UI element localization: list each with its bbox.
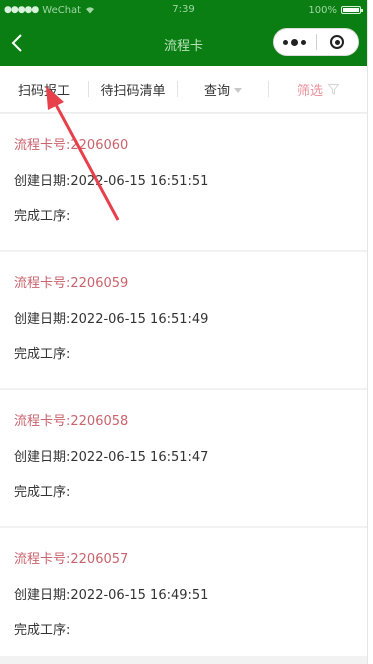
tab-pending-scan-list[interactable]: 待扫码清单 [89, 66, 177, 112]
list-item[interactable]: 流程卡号:2206059 创建日期:2022-06-15 16:51:49 完成… [0, 252, 367, 388]
circle-dot-icon [330, 35, 345, 49]
mini-program-capsule [273, 28, 359, 56]
filter-bar: 扫码报工 待扫码清单 查询 筛选 [0, 66, 367, 113]
more-dots-icon [283, 39, 289, 45]
phone-frame: ●●●●● WeChat 7:39 100% 流程卡 扫码报工 待扫码清单 查询… [0, 0, 368, 664]
filter-button[interactable]: 筛选 [269, 66, 367, 112]
tab-pending-scan-list-label: 待扫码清单 [100, 83, 166, 99]
list-item[interactable]: 流程卡号:2206057 创建日期:2022-06-15 16:49:51 完成… [0, 528, 367, 656]
card-created-date: 创建日期:2022-06-15 16:51:51 [14, 174, 209, 189]
card-created-date: 创建日期:2022-06-15 16:49:51 [14, 588, 209, 603]
card-id: 流程卡号:2206057 [14, 552, 129, 567]
nav-bar: 流程卡 [0, 20, 367, 66]
more-button[interactable] [274, 29, 316, 55]
more-dots-icon [301, 39, 307, 45]
card-created-date: 创建日期:2022-06-15 16:51:47 [14, 450, 209, 465]
funnel-icon [328, 83, 339, 95]
more-dots-icon [291, 38, 299, 46]
tab-scan-report[interactable]: 扫码报工 [0, 66, 88, 112]
list-item[interactable]: 流程卡号:2206058 创建日期:2022-06-15 16:51:47 完成… [0, 390, 367, 526]
card-id: 流程卡号:2206058 [14, 414, 129, 429]
card-completed-steps: 完成工序: [14, 485, 71, 500]
card-completed-steps: 完成工序: [14, 209, 71, 224]
battery-icon [341, 6, 363, 14]
query-dropdown[interactable]: 查询 [178, 66, 268, 112]
card-completed-steps: 完成工序: [14, 347, 71, 362]
query-label: 查询 [203, 83, 230, 99]
card-completed-steps: 完成工序: [14, 623, 71, 638]
status-time: 7:39 [172, 4, 195, 15]
card-id: 流程卡号:2206060 [14, 138, 129, 153]
close-button[interactable] [317, 29, 359, 55]
caret-down-icon [234, 87, 242, 93]
card-id: 流程卡号:2206059 [14, 276, 129, 291]
tab-scan-report-label: 扫码报工 [17, 83, 70, 99]
list-item[interactable]: 流程卡号:2206060 创建日期:2022-06-15 16:51:51 完成… [0, 114, 367, 250]
status-bar: ●●●●● WeChat 7:39 100% [0, 0, 367, 20]
card-created-date: 创建日期:2022-06-15 16:51:49 [14, 312, 209, 327]
filter-label: 筛选 [296, 83, 323, 99]
